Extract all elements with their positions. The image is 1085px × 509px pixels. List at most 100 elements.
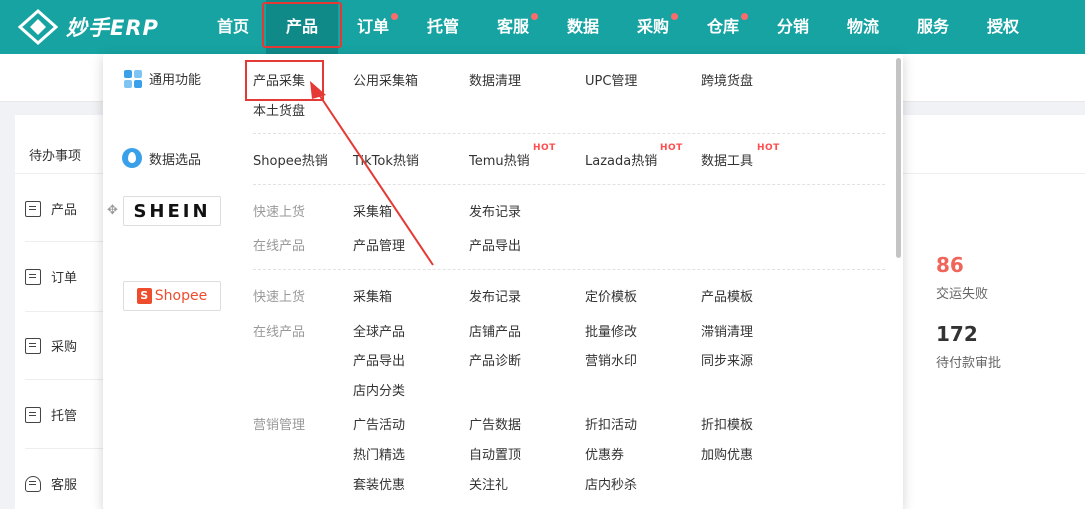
stat-failed-value[interactable]: 86 xyxy=(936,253,964,277)
side-item-orders[interactable]: 订单 xyxy=(25,267,77,286)
category-general: 通用功能 xyxy=(124,69,201,88)
shein-logo: SHEIN xyxy=(123,196,221,226)
nav-distribution[interactable]: 分销 xyxy=(766,0,820,54)
shein-logo-text: SHEIN xyxy=(133,200,211,222)
link-shopee-bundle-deal[interactable]: 套装优惠 xyxy=(353,474,405,493)
link-shopee-coupon[interactable]: 优惠券 xyxy=(585,444,624,463)
link-upc-manage[interactable]: UPC管理 xyxy=(585,70,637,89)
nav-service-dot xyxy=(531,13,538,20)
link-shopee-sync-source[interactable]: 同步来源 xyxy=(701,350,753,369)
link-shopee-product-diagnosis[interactable]: 产品诊断 xyxy=(469,350,521,369)
shopee-quick-label: 快速上货 xyxy=(253,290,306,305)
link-shopee-batch-edit[interactable]: 批量修改 xyxy=(585,321,637,340)
category-data-select: 数据选品 xyxy=(122,148,201,168)
link-shopee-global-products[interactable]: 全球产品 xyxy=(353,321,405,340)
product-mega-menu xyxy=(103,54,903,509)
nav-hosting[interactable]: 托管 xyxy=(416,0,470,54)
link-shopee-publish-log[interactable]: 发布记录 xyxy=(469,286,521,305)
link-shopee-hot-picks[interactable]: 热门精选 xyxy=(353,444,405,463)
link-shein-product-manage[interactable]: 产品管理 xyxy=(353,235,405,254)
list-icon xyxy=(25,406,41,423)
link-shopee-store-category[interactable]: 店内分类 xyxy=(353,380,405,399)
section-divider xyxy=(253,269,885,270)
side-item-service[interactable]: 客服 xyxy=(25,474,77,493)
link-shopee-watermark[interactable]: 营销水印 xyxy=(585,350,637,369)
app-logo[interactable]: 妙手ERP xyxy=(18,9,159,45)
link-shein-product-export[interactable]: 产品导出 xyxy=(469,235,521,254)
shopee-online-label: 在线产品 xyxy=(253,325,306,340)
link-data-clean[interactable]: 数据清理 xyxy=(469,70,521,89)
shopee-logo-text: Shopee xyxy=(154,288,208,304)
side-item-product[interactable]: 产品 xyxy=(25,199,77,218)
link-shopee-collect-box[interactable]: 采集箱 xyxy=(353,286,392,305)
top-nav-bar: 妙手ERP 首页 产品 订单 托管 客服 数据 采购 仓库 分销 物流 服务 授… xyxy=(0,0,1085,54)
link-shopee-ad-data[interactable]: 广告数据 xyxy=(469,414,521,433)
nav-data[interactable]: 数据 xyxy=(556,0,610,54)
category-label: 通用功能 xyxy=(149,73,202,88)
nav-services[interactable]: 服务 xyxy=(906,0,960,54)
divider xyxy=(25,311,110,312)
link-shopee-discount-template[interactable]: 折扣模板 xyxy=(701,414,753,433)
shein-online-label: 在线产品 xyxy=(253,239,306,254)
section-divider xyxy=(253,184,885,185)
nav-product-highlight xyxy=(262,2,342,48)
divider xyxy=(25,448,110,449)
link-shopee-price-template[interactable]: 定价模板 xyxy=(585,286,637,305)
shopee-bag-icon: S xyxy=(136,288,152,304)
side-item-hosting[interactable]: 托管 xyxy=(25,405,77,424)
link-crossborder-supply[interactable]: 跨境货盘 xyxy=(701,70,753,89)
nav-orders[interactable]: 订单 xyxy=(346,0,400,54)
hot-badge: HOT xyxy=(660,143,683,153)
list-icon xyxy=(25,268,41,285)
link-shopee-product-export[interactable]: 产品导出 xyxy=(353,350,405,369)
side-item-label: 产品 xyxy=(51,203,78,218)
shopee-logo-mark: S Shopee xyxy=(136,288,208,304)
list-icon xyxy=(25,337,41,354)
collect-highlight-box xyxy=(245,60,324,101)
nav-authorize[interactable]: 授权 xyxy=(976,0,1030,54)
link-shein-collect-box[interactable]: 采集箱 xyxy=(353,201,392,220)
nav-warehouse[interactable]: 仓库 xyxy=(696,0,750,54)
link-lazada-hot[interactable]: Lazada热销 xyxy=(585,150,657,169)
link-local-supply[interactable]: 本土货盘 xyxy=(253,100,305,119)
grid-icon xyxy=(124,69,142,88)
user-icon xyxy=(25,475,41,492)
stat-approval-label: 待付款审批 xyxy=(936,356,1002,371)
nav-purchase-dot xyxy=(671,13,678,20)
link-shopee-hot[interactable]: Shopee热销 xyxy=(253,150,328,169)
link-shopee-slow-clean[interactable]: 滞销清理 xyxy=(701,321,753,340)
link-shopee-product-template[interactable]: 产品模板 xyxy=(701,286,753,305)
link-shopee-flash-sale[interactable]: 店内秒杀 xyxy=(585,474,637,493)
link-shein-publish-log[interactable]: 发布记录 xyxy=(469,201,521,220)
shein-quick-label: 快速上货 xyxy=(253,205,306,220)
fire-icon xyxy=(122,148,142,168)
link-shopee-follow-gift[interactable]: 关注礼 xyxy=(469,474,508,493)
link-data-tools[interactable]: 数据工具 xyxy=(701,150,753,169)
link-shopee-store-products[interactable]: 店铺产品 xyxy=(469,321,521,340)
app-name: 妙手ERP xyxy=(66,16,159,40)
link-shopee-addon-deal[interactable]: 加购优惠 xyxy=(701,444,753,463)
nav-logistics[interactable]: 物流 xyxy=(836,0,890,54)
side-item-label: 订单 xyxy=(51,271,78,286)
link-temu-hot[interactable]: Temu热销 xyxy=(469,150,530,169)
side-item-purchase[interactable]: 采购 xyxy=(25,336,77,355)
hot-badge: HOT xyxy=(533,143,556,153)
doc-icon xyxy=(25,200,41,217)
nav-purchase[interactable]: 采购 xyxy=(626,0,680,54)
drag-move-icon[interactable]: ✥ xyxy=(107,203,118,218)
nav-home[interactable]: 首页 xyxy=(206,0,260,54)
side-item-label: 客服 xyxy=(51,478,78,493)
stat-approval-value[interactable]: 172 xyxy=(936,322,978,346)
link-tiktok-hot[interactable]: TikTok热销 xyxy=(353,150,419,169)
nav-service[interactable]: 客服 xyxy=(486,0,540,54)
stat-failed-label: 交运失败 xyxy=(936,287,989,302)
menu-scrollbar[interactable] xyxy=(896,58,901,258)
link-public-collect-box[interactable]: 公用采集箱 xyxy=(353,70,418,89)
link-shopee-discount-activity[interactable]: 折扣活动 xyxy=(585,414,637,433)
shopee-marketing-label: 营销管理 xyxy=(253,418,306,433)
nav-warehouse-dot xyxy=(741,13,748,20)
link-shopee-auto-bump[interactable]: 自动置顶 xyxy=(469,444,521,463)
link-shopee-ad-campaign[interactable]: 广告活动 xyxy=(353,414,405,433)
divider xyxy=(25,379,110,380)
side-item-label: 采购 xyxy=(51,340,78,355)
